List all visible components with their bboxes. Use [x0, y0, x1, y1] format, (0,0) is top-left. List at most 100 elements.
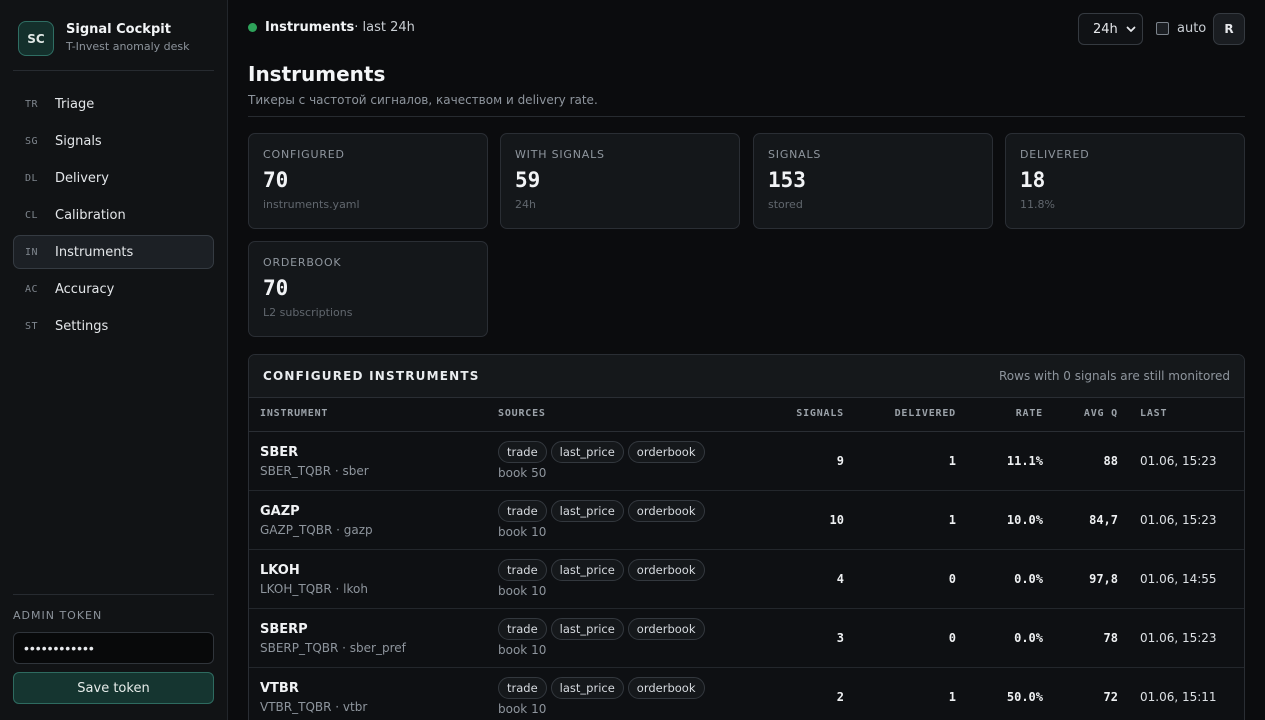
source-tag: trade [498, 559, 547, 581]
auto-refresh-label: auto [1177, 21, 1207, 36]
source-tag: orderbook [627, 441, 705, 463]
stat-label: CONFIGURED [263, 148, 345, 161]
column-header-instrument[interactable]: INSTRUMENT [260, 408, 328, 419]
signals-count: 4 [836, 572, 844, 586]
status-indicator: Instruments · last 24h [248, 20, 415, 35]
admin-token-label: ADMIN TOKEN [13, 609, 103, 622]
avg-quality: 88 [1103, 454, 1118, 468]
sidebar-item-instruments[interactable]: IN Instruments [13, 235, 214, 269]
sidebar-item-calibration[interactable]: CL Calibration [13, 198, 214, 232]
sidebar-nav: TR Triage SG Signals DL Delivery CL Cali… [13, 87, 214, 346]
nav-code: IN [25, 246, 39, 258]
admin-token-input[interactable] [13, 632, 214, 664]
nav-label: Signals [55, 133, 102, 149]
nav-code: AC [25, 283, 39, 295]
stat-card-signals: SIGNALS 153 stored [753, 133, 993, 229]
brand: SC Signal Cockpit T-Invest anomaly desk [18, 21, 190, 56]
avg-quality: 84,7 [1089, 513, 1118, 527]
instrument-id: VTBR_TQBR · vtbr [260, 700, 368, 714]
book-depth: book 50 [498, 466, 547, 480]
delivered-count: 1 [948, 454, 956, 468]
stat-label: SIGNALS [768, 148, 822, 161]
source-tag: last_price [550, 500, 624, 522]
last-signal-time: 01.06, 15:23 [1140, 454, 1217, 468]
app-subtitle: T-Invest anomaly desk [66, 40, 190, 53]
last-signal-time: 01.06, 15:23 [1140, 631, 1217, 645]
column-header-sources[interactable]: SOURCES [498, 408, 546, 419]
header-divider [248, 116, 1245, 117]
table-row[interactable]: SBER SBER_TQBR · sber trade last_price o… [249, 432, 1244, 491]
last-signal-time: 01.06, 15:11 [1140, 690, 1217, 704]
source-tag: last_price [550, 677, 624, 699]
save-token-button[interactable]: Save token [13, 672, 214, 704]
stat-label: WITH SIGNALS [515, 148, 605, 161]
delivery-rate: 11.1% [1006, 454, 1043, 468]
stat-note: stored [768, 198, 803, 211]
auto-refresh-toggle[interactable]: auto [1156, 21, 1206, 36]
signals-count: 3 [836, 631, 844, 645]
source-tag: orderbook [627, 677, 705, 699]
stat-value: 70 [263, 168, 289, 192]
last-signal-time: 01.06, 14:55 [1140, 572, 1217, 586]
column-header-avg-q[interactable]: AVG Q [1084, 408, 1118, 419]
sidebar-item-settings[interactable]: ST Settings [13, 309, 214, 343]
column-header-last[interactable]: LAST [1140, 408, 1167, 419]
stat-note: 24h [515, 198, 536, 211]
source-tag: orderbook [627, 618, 705, 640]
sidebar-item-signals[interactable]: SG Signals [13, 124, 214, 158]
stat-card-configured: CONFIGURED 70 instruments.yaml [248, 133, 488, 229]
sidebar-divider [13, 594, 214, 595]
table-row[interactable]: GAZP GAZP_TQBR · gazp trade last_price o… [249, 491, 1244, 550]
nav-code: ST [25, 320, 39, 332]
nav-label: Settings [55, 318, 109, 334]
source-tag: trade [498, 677, 547, 699]
nav-code: TR [25, 98, 39, 110]
panel-note: Rows with 0 signals are still monitored [999, 369, 1230, 383]
instrument-id: LKOH_TQBR · lkoh [260, 582, 368, 596]
status-range: · last 24h [354, 20, 415, 35]
stat-card-with-signals: WITH SIGNALS 59 24h [500, 133, 740, 229]
sidebar-item-delivery[interactable]: DL Delivery [13, 161, 214, 195]
signals-count: 10 [829, 513, 844, 527]
table-row[interactable]: SBERP SBERP_TQBR · sber_pref trade last_… [249, 609, 1244, 668]
book-depth: book 10 [498, 702, 547, 716]
column-header-delivered[interactable]: DELIVERED [895, 408, 956, 419]
avg-quality: 97,8 [1089, 572, 1118, 586]
stat-value: 18 [1020, 168, 1046, 192]
auto-refresh-checkbox[interactable] [1156, 22, 1169, 35]
source-tag: last_price [550, 618, 624, 640]
sidebar-item-accuracy[interactable]: AC Accuracy [13, 272, 214, 306]
app-title: Signal Cockpit [66, 22, 171, 37]
delivered-count: 1 [948, 690, 956, 704]
refresh-button[interactable]: R [1213, 13, 1245, 45]
table-row[interactable]: VTBR VTBR_TQBR · vtbr trade last_price o… [249, 668, 1244, 720]
panel-title: CONFIGURED INSTRUMENTS [263, 369, 480, 383]
table-header: INSTRUMENT SOURCES SIGNALS DELIVERED RAT… [249, 398, 1244, 432]
delivered-count: 1 [948, 513, 956, 527]
stat-label: DELIVERED [1020, 148, 1090, 161]
column-header-signals[interactable]: SIGNALS [796, 408, 844, 419]
status-dot-icon [248, 23, 257, 32]
last-signal-time: 01.06, 15:23 [1140, 513, 1217, 527]
stat-value: 153 [768, 168, 806, 192]
time-range-select[interactable]: 24h [1078, 13, 1143, 45]
table-row[interactable]: LKOH LKOH_TQBR · lkoh trade last_price o… [249, 550, 1244, 609]
app-logo: SC [18, 21, 54, 56]
source-tag: trade [498, 500, 547, 522]
delivery-rate: 0.0% [1014, 631, 1043, 645]
delivery-rate: 10.0% [1006, 513, 1043, 527]
column-header-rate[interactable]: RATE [1016, 408, 1043, 419]
panel-header: CONFIGURED INSTRUMENTS Rows with 0 signa… [249, 355, 1244, 398]
page-subtitle: Тикеры с частотой сигналов, качеством и … [248, 93, 598, 107]
source-tags: trade last_price orderbook [498, 677, 709, 699]
nav-label: Triage [55, 96, 95, 112]
stat-note: 11.8% [1020, 198, 1055, 211]
delivered-count: 0 [948, 572, 956, 586]
instrument-symbol: VTBR [260, 681, 299, 696]
signals-count: 2 [836, 690, 844, 704]
source-tags: trade last_price orderbook [498, 559, 709, 581]
sidebar-item-triage[interactable]: TR Triage [13, 87, 214, 121]
stat-value: 59 [515, 168, 541, 192]
nav-code: CL [25, 209, 39, 221]
source-tag: trade [498, 441, 547, 463]
